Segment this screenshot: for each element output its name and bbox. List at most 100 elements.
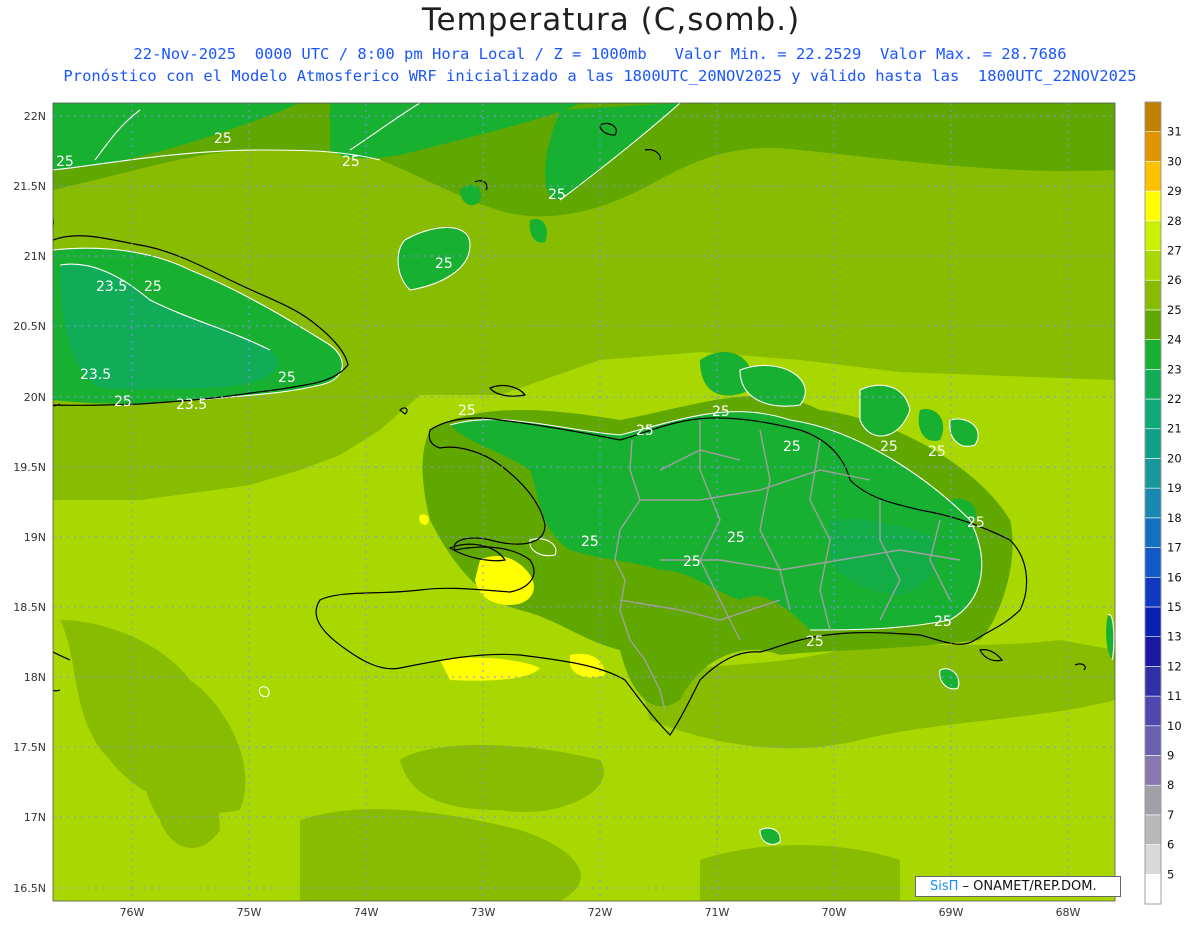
colorbar-label: 15 (1167, 600, 1182, 614)
colorbar-swatch (1144, 636, 1162, 667)
colorbar-label: 16 (1167, 570, 1182, 584)
lon-label: 69W (939, 906, 964, 919)
contour-label: 25 (114, 394, 132, 410)
lat-label: 18N (24, 671, 46, 684)
lon-label: 68W (1056, 906, 1081, 919)
credit-text: – ONAMET/REP.DOM. (958, 879, 1097, 894)
colorbar-label: 10 (1167, 719, 1182, 733)
contour-label: 25 (342, 154, 360, 170)
lon-label: 73W (471, 906, 496, 919)
colorbar-swatch (1144, 279, 1162, 311)
lat-label: 19N (24, 531, 46, 544)
colorbar-swatch (1144, 131, 1162, 162)
colorbar-label: 24 (1167, 333, 1182, 347)
credit-box: SisΠ – ONAMET/REP.DOM. (915, 876, 1121, 897)
colorbar-label: 26 (1167, 273, 1182, 287)
contour-label: 23.5 (176, 397, 207, 413)
lon-label: 74W (354, 906, 379, 919)
colorbar-label: 29 (1167, 184, 1182, 198)
contour-label: 23.5 (80, 367, 111, 383)
contour-label: 25 (214, 131, 232, 147)
contour-label: 25 (727, 530, 745, 546)
lat-label: 21.5N (13, 180, 46, 193)
colorbar-label: 17 (1167, 541, 1182, 555)
contour-label: 25 (928, 444, 946, 460)
latitude-axis: 22N 21.5N 21N 20.5N 20N 19.5N 19N 18.5N … (13, 110, 46, 895)
contour-label: 25 (435, 256, 453, 272)
lat-label: 20N (24, 391, 46, 404)
colorbar-label: 19 (1167, 481, 1182, 495)
longitude-axis: 76W 75W 74W 73W 72W 71W 70W 69W 68W (120, 906, 1081, 919)
contour-label: 25 (458, 403, 476, 419)
colorbar-label: 7 (1167, 808, 1174, 822)
lat-label: 20.5N (13, 320, 46, 333)
colorbar-swatch (1144, 398, 1162, 430)
colorbar-label: 9 (1167, 748, 1174, 762)
contour-label: 23.5 (96, 279, 127, 295)
colorbar-swatch (1144, 339, 1162, 370)
contour-label: 25 (636, 423, 654, 439)
colorbar-swatch (1144, 101, 1162, 133)
contour-label: 25 (144, 279, 162, 295)
colorbar-swatch (1144, 428, 1162, 459)
colorbar-swatch (1144, 250, 1162, 281)
temperature-map: 25 25 25 25 25 23.5 25 23.5 25 25 23.5 2… (13, 101, 1182, 919)
contour-label: 25 (934, 614, 952, 630)
colorbar-swatch (1144, 369, 1162, 400)
contour-label: 25 (548, 187, 566, 203)
lat-label: 17N (24, 811, 46, 824)
contour-label: 25 (880, 439, 898, 455)
colorbar-legend: 5 6 7 8 9 10 11 12 13 15 16 17 18 19 20 21 22 23 24 25 26 27 2… (1144, 101, 1182, 905)
lat-label: 21N (24, 250, 46, 263)
contour-label: 25 (806, 634, 824, 650)
lon-label: 71W (705, 906, 730, 919)
colorbar-label: 25 (1167, 303, 1182, 317)
contour-label: 25 (56, 154, 74, 170)
colorbar-swatch (1144, 666, 1162, 697)
colorbar-swatch (1144, 606, 1162, 637)
colorbar-label: 13 (1167, 630, 1182, 644)
lat-label: 18.5N (13, 601, 46, 614)
colorbar-swatch (1144, 873, 1162, 905)
colorbar-label: 12 (1167, 659, 1182, 673)
colorbar-swatch (1144, 309, 1162, 340)
colorbar-label: 30 (1167, 154, 1182, 168)
lat-label: 19.5N (13, 461, 46, 474)
colorbar-swatch (1144, 844, 1162, 875)
colorbar-swatch (1144, 161, 1162, 192)
colorbar-label: 5 (1167, 867, 1174, 881)
lon-label: 75W (237, 906, 262, 919)
contour-label: 25 (783, 439, 801, 455)
contour-label: 25 (967, 515, 985, 531)
lon-label: 72W (588, 906, 613, 919)
colorbar-swatch (1144, 458, 1162, 489)
lat-label: 16.5N (13, 882, 46, 895)
colorbar-label: 22 (1167, 392, 1182, 406)
colorbar-label: 11 (1167, 689, 1182, 703)
lon-label: 76W (120, 906, 145, 919)
colorbar-swatch (1144, 695, 1162, 727)
colorbar-label: 23 (1167, 362, 1182, 376)
colorbar-swatch (1144, 784, 1162, 816)
colorbar-label: 21 (1167, 422, 1182, 436)
lat-label: 22N (24, 110, 46, 123)
contour-label: 25 (712, 404, 730, 420)
colorbar-label: 27 (1167, 244, 1182, 258)
colorbar-swatch (1144, 725, 1162, 756)
colorbar-label: 28 (1167, 214, 1182, 228)
colorbar-swatch (1144, 517, 1162, 548)
colorbar-label: 31 (1167, 125, 1182, 139)
colorbar-swatch (1144, 755, 1162, 786)
colorbar-label: 20 (1167, 451, 1182, 465)
colorbar-label: 18 (1167, 511, 1182, 525)
lon-label: 70W (822, 906, 847, 919)
colorbar-swatch (1144, 576, 1162, 608)
lat-label: 17.5N (13, 741, 46, 754)
colorbar-swatch (1144, 814, 1162, 845)
colorbar-swatch (1144, 487, 1162, 519)
colorbar-label: 6 (1167, 838, 1174, 852)
contour-label: 25 (278, 370, 296, 386)
contour-label: 25 (683, 554, 701, 570)
colorbar-swatch (1144, 547, 1162, 578)
colorbar-swatch (1144, 190, 1162, 222)
